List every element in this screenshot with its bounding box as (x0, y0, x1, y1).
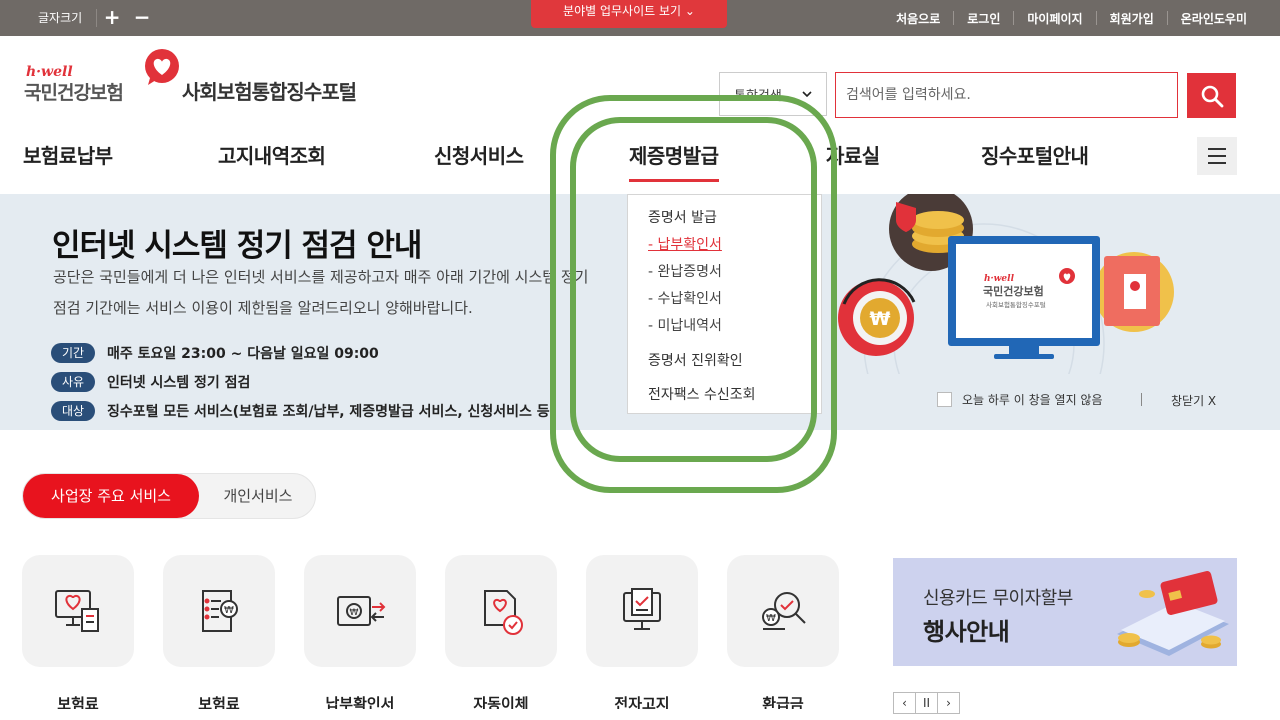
top-utility-bar: 글자크기 + − 분야별 업무사이트 보기 ⌄ 처음으로 로그인 마이페이지 회… (0, 0, 1280, 36)
pager-pause-button[interactable]: II (915, 692, 938, 714)
nav-premium-payment[interactable]: 보험료납부 (23, 140, 113, 169)
search-scope-select[interactable]: 통합검색 (719, 72, 827, 116)
nav-resources[interactable]: 자료실 (826, 140, 880, 169)
submenu-authenticity-check[interactable]: 증명서 진위확인 (648, 350, 743, 370)
font-size-label: 글자크기 (38, 11, 83, 25)
submenu-payment-confirmation[interactable]: - 납부확인서 (648, 234, 722, 254)
premium-document-icon: ₩ (202, 590, 238, 632)
reason-tag: 사유 (51, 372, 95, 392)
svg-text:₩: ₩ (224, 605, 234, 616)
nhis-logo[interactable]: h·well 국민건강보험 (24, 46, 184, 106)
login-link[interactable]: 로그인 (954, 10, 1013, 27)
biz-site-dropdown-button[interactable]: 분야별 업무사이트 보기 ⌄ (531, 0, 727, 28)
banner-info-row: 사유 인터넷 시스템 정기 점검 (51, 372, 250, 392)
chevron-down-icon (802, 91, 812, 97)
banner-title: 인터넷 시스템 정기 점검 안내 (52, 228, 422, 264)
mypage-link[interactable]: 마이페이지 (1014, 10, 1095, 27)
tab-personal-services[interactable]: 개인서비스 (199, 474, 317, 518)
credit-card-promo-banner[interactable]: 신용카드 무이자할부 행사안내 (893, 558, 1237, 666)
pager-prev-button[interactable]: ‹ (893, 692, 916, 714)
illust-sub-text: 사회보험통합징수포털 (986, 300, 1046, 309)
search-button[interactable] (1187, 73, 1236, 118)
banner-info-row: 대상 징수포털 모든 서비스(보험료 조회/납부, 제증명발급 서비스, 신청서… (51, 401, 550, 421)
service-card-e-notice[interactable] (586, 555, 698, 667)
promo-pager: ‹ II › (893, 692, 960, 714)
premium-heart-monitor-icon (55, 590, 99, 632)
home-link[interactable]: 처음으로 (883, 10, 953, 27)
dont-show-checkbox[interactable] (937, 392, 952, 407)
hamburger-line (1208, 148, 1226, 150)
nav-notice-history[interactable]: 고지내역조회 (218, 140, 326, 169)
hamburger-line (1208, 162, 1226, 164)
font-decrease-button[interactable]: − (127, 0, 157, 36)
signup-link[interactable]: 회원가입 (1097, 10, 1167, 27)
computer-illustration: ₩ h·well 국민건강보험 사회보험통합징수포털 (838, 194, 1174, 374)
service-card-premium[interactable] (22, 555, 134, 667)
illust-name-text: 국민건강보험 (983, 284, 1044, 298)
utility-links: 처음으로 로그인 마이페이지 회원가입 온라인도우미 (883, 0, 1260, 36)
logo-name-text: 국민건강보험 (24, 82, 124, 104)
divider (1141, 393, 1142, 406)
svg-text:₩: ₩ (766, 613, 776, 624)
promo-line2: 행사안내 (923, 618, 1010, 646)
font-size-control: 글자크기 + − (24, 0, 157, 36)
nav-portal-guide[interactable]: 징수포털안내 (981, 140, 1089, 169)
dont-show-label: 오늘 하루 이 창을 열지 않음 (962, 393, 1103, 407)
close-banner-button[interactable]: 창닫기 X (1171, 392, 1216, 409)
portal-title: 사회보험통합징수포털 (182, 80, 357, 104)
period-tag: 기간 (51, 343, 95, 363)
tab-business-services[interactable]: 사업장 주요 서비스 (23, 474, 199, 518)
service-type-tabs: 사업장 주요 서비스 개인서비스 (22, 473, 316, 519)
banner-description-line1: 공단은 국민들에게 더 나은 인터넷 서비스를 제공하고자 매주 아래 기간에 … (53, 268, 589, 286)
pager-next-button[interactable]: › (937, 692, 960, 714)
credit-card-phone-icon (1117, 571, 1229, 656)
banner-description-line2: 점검 기간에는 서비스 이용이 제한됨을 알려드리오니 양해바랍니다. (53, 299, 473, 317)
refund-search-icon: ₩ (762, 592, 806, 630)
payment-transfer-icon: ₩ (337, 596, 386, 626)
submenu-certificate-issue[interactable]: 증명서 발급 (648, 207, 717, 227)
search-input[interactable] (835, 72, 1178, 118)
search-icon (1201, 85, 1223, 107)
search-scope-value: 통합검색 (734, 88, 782, 104)
main-navigation: 보험료납부 고지내역조회 신청서비스 제증명발급 자료실 징수포털안내 (0, 130, 1280, 190)
reason-text: 인터넷 시스템 정기 점검 (107, 375, 251, 391)
document-check-icon (484, 590, 523, 635)
svg-text:₩: ₩ (350, 608, 359, 618)
banner-info-row: 기간 매주 토요일 23:00 ~ 다음날 일요일 09:00 (51, 343, 379, 363)
page-bottom-cutoff (0, 709, 1280, 720)
nav-certificate-issue[interactable]: 제증명발급 (629, 140, 719, 182)
dont-show-today: 오늘 하루 이 창을 열지 않음 (937, 391, 1103, 408)
service-card-premium-2[interactable]: ₩ (163, 555, 275, 667)
nav-application-service[interactable]: 신청서비스 (434, 140, 524, 169)
submenu-receipt-confirmation[interactable]: - 수납확인서 (648, 288, 722, 308)
target-text: 징수포털 모든 서비스(보험료 조회/납부, 제증명발급 서비스, 신청서비스 … (107, 404, 550, 420)
period-text: 매주 토요일 23:00 ~ 다음날 일요일 09:00 (107, 346, 379, 362)
monitor-check-icon (623, 588, 661, 630)
submenu-unpaid-statement[interactable]: - 미납내역서 (648, 315, 722, 335)
hamburger-menu-button[interactable] (1197, 137, 1237, 175)
illust-hwell-text: h·well (984, 274, 1015, 284)
service-card-refund[interactable]: ₩ (727, 555, 839, 667)
service-card-auto-transfer[interactable] (445, 555, 557, 667)
svg-text:₩: ₩ (870, 308, 891, 330)
online-help-link[interactable]: 온라인도우미 (1168, 10, 1260, 27)
promo-line1: 신용카드 무이자할부 (923, 588, 1073, 609)
certificate-submenu: 증명서 발급 - 납부확인서 - 완납증명서 - 수납확인서 - 미납내역서 증… (627, 194, 822, 414)
hamburger-line (1208, 155, 1226, 157)
service-card-payment-confirmation[interactable]: ₩ (304, 555, 416, 667)
font-increase-button[interactable]: + (97, 0, 127, 36)
submenu-efax-inquiry[interactable]: 전자팩스 수신조회 (648, 384, 756, 404)
heart-logo-icon (145, 49, 179, 85)
target-tag: 대상 (51, 401, 95, 421)
submenu-full-payment-certificate[interactable]: - 완납증명서 (648, 261, 722, 281)
